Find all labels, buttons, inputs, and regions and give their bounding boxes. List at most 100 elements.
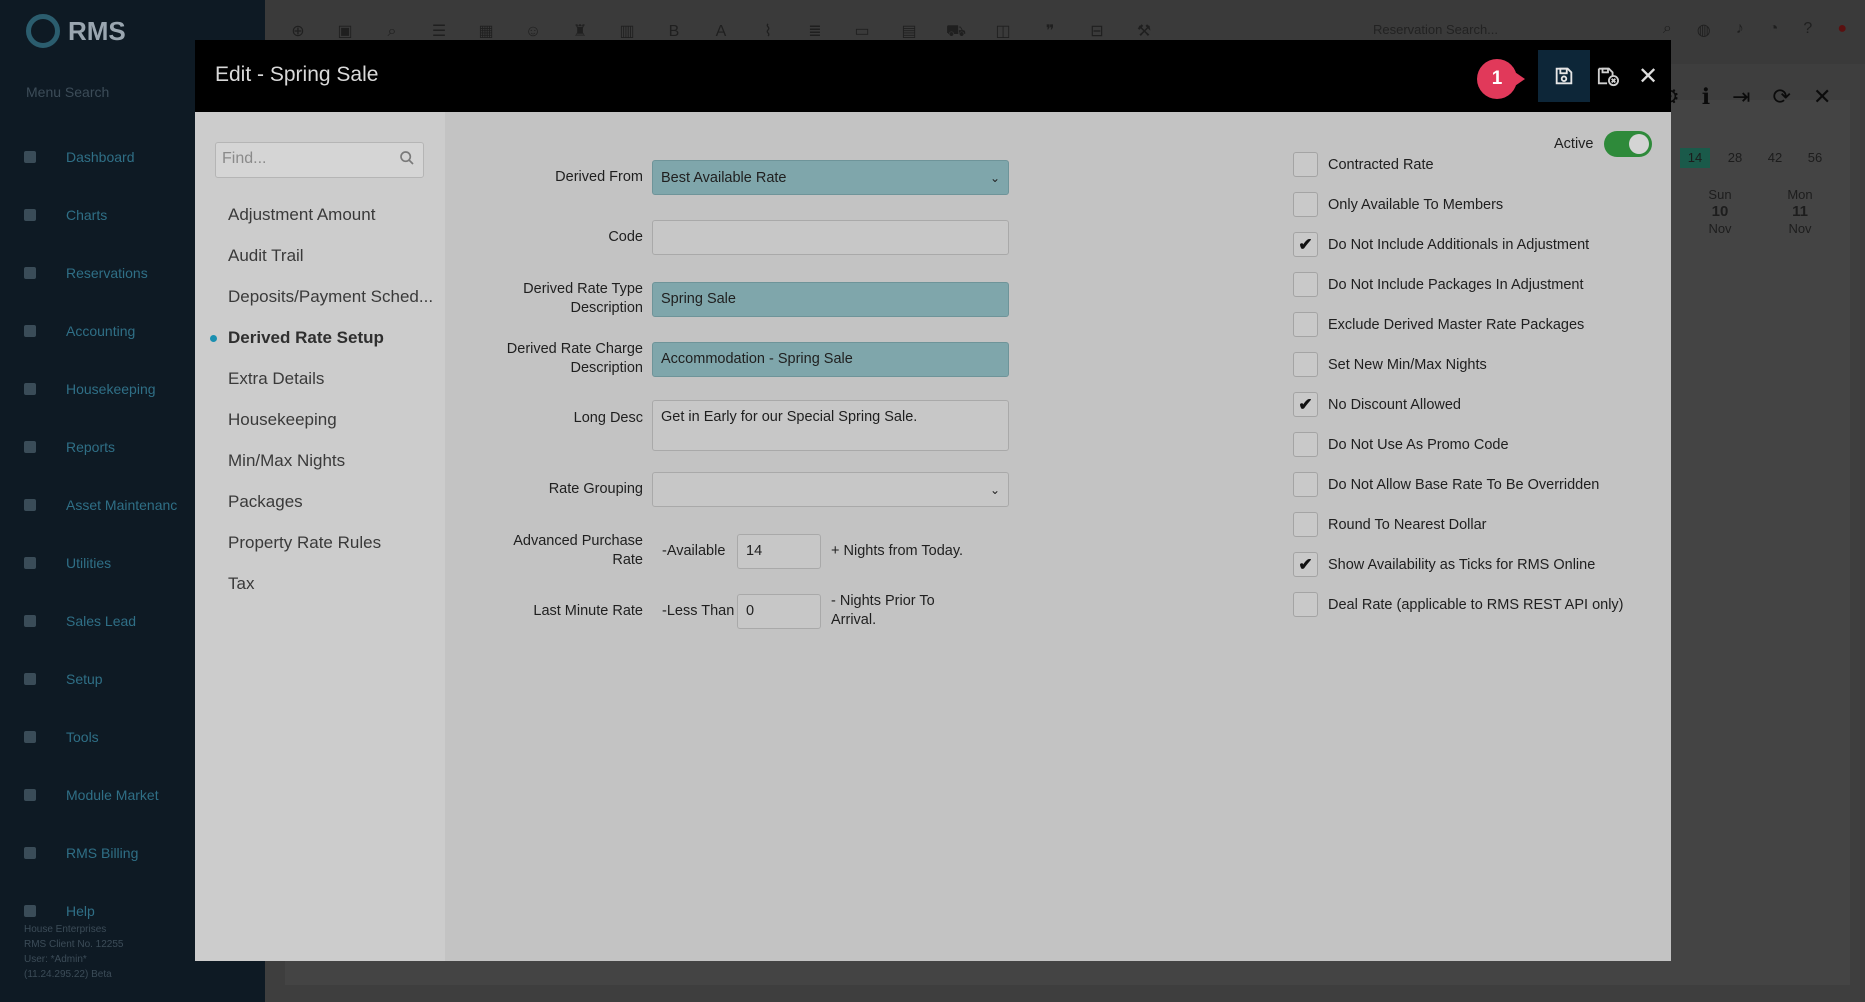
last-minute-mini-label: -Less Than bbox=[662, 603, 735, 619]
code-label: Code bbox=[608, 229, 643, 245]
nav-icon bbox=[24, 789, 36, 801]
charge-desc-row: Derived Rate Charge Description Accommod… bbox=[445, 340, 1009, 378]
app-nav-label: Module Market bbox=[66, 787, 159, 803]
chat-icon[interactable]: ◔ bbox=[1769, 20, 1779, 40]
section-nav-item[interactable]: Audit Trail bbox=[195, 235, 445, 276]
charge-desc-input[interactable]: Accommodation - Spring Sale bbox=[652, 341, 1009, 377]
app-toolbar-right: ⌕ ◍ ♪ ◔ ? ● bbox=[1663, 20, 1847, 40]
adv-purchase-row: Advanced Purchase Rate -Available 14 + N… bbox=[445, 532, 963, 570]
type-desc-label-line2: Description bbox=[570, 300, 643, 316]
option-label: Do Not Include Additionals in Adjustment bbox=[1328, 236, 1590, 253]
save-close-icon bbox=[1597, 67, 1619, 87]
client-info-line: RMS Client No. 12255 bbox=[24, 939, 124, 950]
derived-from-select[interactable]: Best Available Rate ⌄ bbox=[652, 160, 1009, 195]
rms-logo: RMS bbox=[26, 14, 126, 48]
section-nav-item[interactable]: Property Rate Rules bbox=[195, 522, 445, 563]
section-nav-label: Extra Details bbox=[228, 369, 325, 388]
globe-icon[interactable]: ◍ bbox=[1697, 20, 1711, 40]
nav-icon bbox=[24, 383, 36, 395]
option-checkbox[interactable] bbox=[1293, 192, 1318, 217]
day-range-chip[interactable]: 28 bbox=[1720, 148, 1750, 168]
section-nav-item[interactable]: Derived Rate Setup bbox=[195, 317, 445, 358]
last-minute-row: Last Minute Rate -Less Than 0 - Nights P… bbox=[445, 592, 935, 630]
nav-icon bbox=[24, 847, 36, 859]
nav-icon bbox=[24, 905, 36, 917]
charge-desc-label: Derived Rate Charge Description bbox=[445, 340, 652, 378]
type-desc-input[interactable]: Spring Sale bbox=[652, 281, 1009, 317]
option-checkbox[interactable] bbox=[1293, 312, 1318, 337]
nav-icon bbox=[24, 151, 36, 163]
option-row: Deal Rate (applicable to RMS REST API on… bbox=[1293, 592, 1693, 617]
day-range-chip[interactable]: 42 bbox=[1760, 148, 1790, 168]
adv-purchase-label: Advanced Purchase Rate bbox=[445, 532, 652, 570]
option-row: Do Not Use As Promo Code bbox=[1293, 432, 1693, 457]
option-checkbox[interactable] bbox=[1293, 592, 1318, 617]
search-icon bbox=[399, 150, 415, 171]
charge-desc-label-line1: Derived Rate Charge bbox=[506, 341, 643, 357]
option-row: Do Not Include Packages In Adjustment bbox=[1293, 272, 1693, 297]
option-checkbox[interactable]: ✔ bbox=[1293, 552, 1318, 577]
section-nav-item[interactable]: Tax bbox=[195, 563, 445, 604]
section-nav-item[interactable]: Deposits/Payment Sched... bbox=[195, 276, 445, 317]
code-input[interactable] bbox=[652, 220, 1009, 255]
last-minute-nights-input[interactable]: 0 bbox=[737, 593, 821, 629]
calendar-dow: Mon bbox=[1787, 187, 1813, 202]
option-checkbox[interactable] bbox=[1293, 512, 1318, 537]
option-checkbox[interactable] bbox=[1293, 352, 1318, 377]
app-nav-label: Tools bbox=[66, 729, 99, 745]
section-nav-label: Derived Rate Setup bbox=[228, 328, 384, 347]
app-nav-label: Utilities bbox=[66, 555, 112, 571]
help-icon[interactable]: ? bbox=[1803, 20, 1812, 40]
section-nav-label: Audit Trail bbox=[228, 246, 304, 265]
rate-grouping-select[interactable]: ⌄ bbox=[652, 472, 1009, 507]
app-nav-label: Reports bbox=[66, 439, 116, 455]
long-desc-textarea[interactable]: Get in Early for our Special Spring Sale… bbox=[652, 400, 1009, 451]
section-nav-item[interactable]: Min/Max Nights bbox=[195, 440, 445, 481]
option-checkbox[interactable] bbox=[1293, 432, 1318, 457]
option-label: No Discount Allowed bbox=[1328, 396, 1461, 413]
find-placeholder: Find... bbox=[222, 150, 267, 167]
checkmark-icon: ✔ bbox=[1298, 555, 1313, 574]
app-nav-label: Asset Maintenanc bbox=[66, 497, 178, 513]
day-range-chip[interactable]: 56 bbox=[1800, 148, 1830, 168]
export-icon[interactable]: ⇥ bbox=[1732, 84, 1750, 110]
menu-search[interactable]: Menu Search bbox=[26, 84, 109, 100]
type-desc-label: Derived Rate Type Description bbox=[445, 280, 652, 318]
option-checkbox[interactable] bbox=[1293, 272, 1318, 297]
refresh-icon[interactable]: ⟳ bbox=[1773, 84, 1791, 110]
option-checkbox[interactable]: ✔ bbox=[1293, 392, 1318, 417]
section-nav-item[interactable]: Adjustment Amount bbox=[195, 194, 445, 235]
derived-from-label: Derived From bbox=[555, 169, 643, 185]
section-nav-item[interactable]: Extra Details bbox=[195, 358, 445, 399]
calendar-day: 11 bbox=[1792, 203, 1808, 220]
search-icon[interactable]: ⌕ bbox=[1663, 20, 1672, 40]
calendar-day-header: Mon 11 Nov bbox=[1760, 180, 1840, 237]
option-checkbox[interactable]: ✔ bbox=[1293, 232, 1318, 257]
app-nav-label: Dashboard bbox=[66, 149, 135, 165]
bell-icon[interactable]: ♪ bbox=[1736, 20, 1744, 40]
option-row: Contracted Rate bbox=[1293, 152, 1693, 177]
active-label: Active bbox=[1554, 136, 1594, 152]
client-info-line: House Enterprises bbox=[24, 924, 107, 935]
adv-purchase-nights-input[interactable]: 14 bbox=[737, 533, 821, 569]
rate-grouping-row: Rate Grouping ⌄ bbox=[445, 472, 1009, 507]
close-icon[interactable]: ✕ bbox=[1813, 84, 1831, 110]
calendar-header: Sun 10 Nov Mon 11 Nov bbox=[1680, 180, 1840, 320]
user-icon[interactable]: ● bbox=[1837, 20, 1847, 40]
option-checkbox[interactable] bbox=[1293, 152, 1318, 177]
option-checkbox[interactable] bbox=[1293, 472, 1318, 497]
app-nav-label: RMS Billing bbox=[66, 845, 139, 861]
nav-icon bbox=[24, 325, 36, 337]
derived-from-row: Derived From Best Available Rate ⌄ bbox=[445, 160, 1009, 195]
last-minute-after-label: - Nights Prior To Arrival. bbox=[821, 592, 935, 630]
nav-icon bbox=[24, 673, 36, 685]
modal-header: Edit - Spring Sale 1 ✕ bbox=[195, 40, 1671, 112]
panel-actions: ⚙ ℹ ⇥ ⟳ ✕ bbox=[1660, 84, 1831, 110]
section-nav-item[interactable]: Housekeeping bbox=[195, 399, 445, 440]
find-input[interactable]: Find... bbox=[215, 142, 424, 178]
close-modal-button[interactable]: ✕ bbox=[1622, 50, 1674, 102]
option-row: Set New Min/Max Nights bbox=[1293, 352, 1693, 377]
info-icon[interactable]: ℹ bbox=[1702, 84, 1710, 110]
reservation-search[interactable]: Reservation Search... bbox=[1373, 22, 1498, 37]
section-nav-item[interactable]: Packages bbox=[195, 481, 445, 522]
